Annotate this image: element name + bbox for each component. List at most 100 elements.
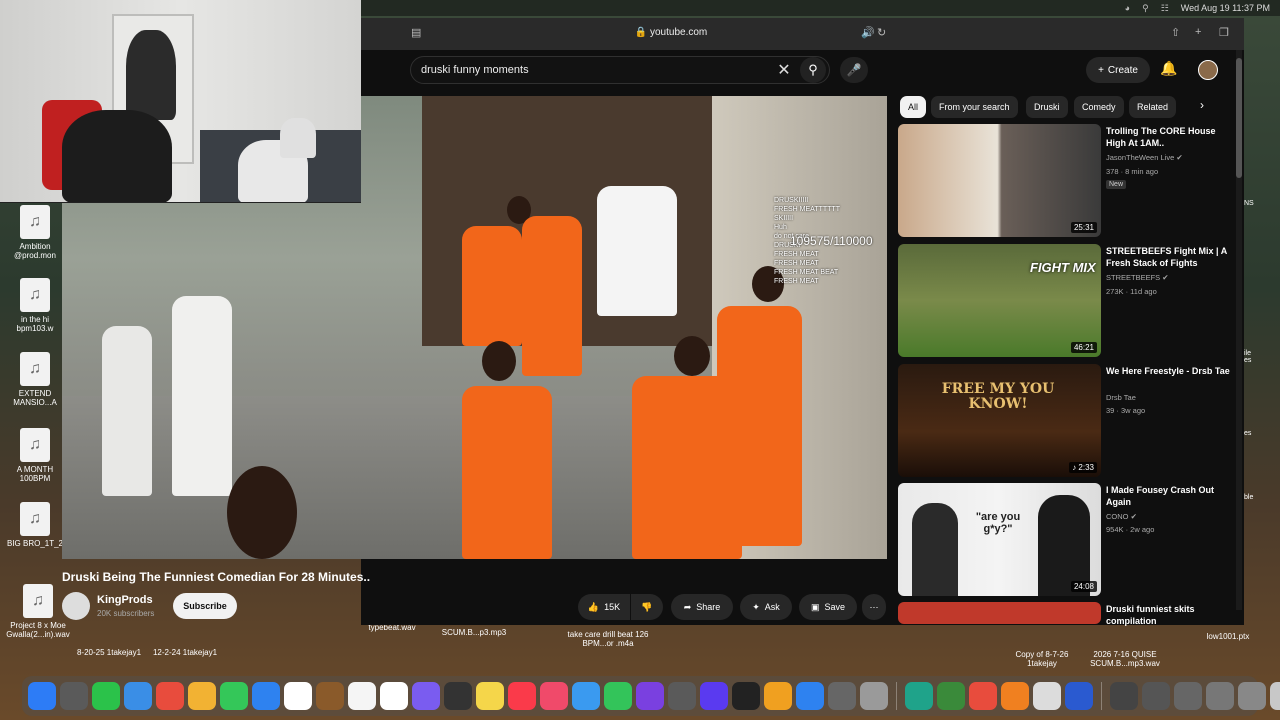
- search-input[interactable]: druski funny moments: [410, 56, 830, 84]
- desktop-file[interactable]: Copy of 8-7-26 1takejay: [1008, 650, 1076, 668]
- dock-app-icon[interactable]: [444, 682, 472, 710]
- channel-name[interactable]: KingProds: [97, 594, 153, 606]
- address-bar[interactable]: 🔒 youtube.com: [616, 27, 726, 38]
- search-button[interactable]: ⚲: [800, 57, 826, 83]
- more-actions-button[interactable]: ⋯: [862, 594, 886, 620]
- dock-app-icon[interactable]: [380, 682, 408, 710]
- dock-app-icon[interactable]: [348, 682, 376, 710]
- dock-app-icon[interactable]: [668, 682, 696, 710]
- dock-app-icon[interactable]: [604, 682, 632, 710]
- chevron-right-icon[interactable]: ›: [1200, 98, 1204, 112]
- chip-druski[interactable]: Druski: [1026, 96, 1068, 118]
- chip-from-your-search[interactable]: From your search: [931, 96, 1018, 118]
- dock-separator: [1101, 682, 1102, 710]
- rec-thumbnail[interactable]: [898, 602, 1101, 624]
- dock-app-icon[interactable]: [60, 682, 88, 710]
- dock-app-icon[interactable]: [1110, 682, 1138, 710]
- sidebar-icon[interactable]: ▤: [411, 26, 421, 39]
- dock-app-icon[interactable]: [1206, 682, 1234, 710]
- rec-title[interactable]: I Made Fousey Crash Out Again: [1106, 484, 1231, 508]
- create-button[interactable]: + Create: [1086, 57, 1150, 83]
- dock-app-icon[interactable]: [220, 682, 248, 710]
- channel-avatar[interactable]: [62, 592, 90, 620]
- desktop-file[interactable]: ♫ A MONTH 100BPM: [6, 428, 64, 483]
- scrollbar-thumb[interactable]: [1236, 58, 1242, 178]
- clear-search-icon[interactable]: ✕: [774, 60, 794, 80]
- voice-search-button[interactable]: 🎤: [840, 57, 868, 83]
- dock-app-icon[interactable]: [937, 682, 965, 710]
- dock-app-icon[interactable]: [476, 682, 504, 710]
- dock-app-icon[interactable]: [1001, 682, 1029, 710]
- wifi-icon[interactable]: ◕: [1125, 3, 1130, 13]
- dock-app-icon[interactable]: [412, 682, 440, 710]
- dock-app-icon[interactable]: [732, 682, 760, 710]
- page-scrollbar[interactable]: [1236, 50, 1242, 610]
- desktop-file[interactable]: SCUM.B...p3.mp3: [436, 628, 512, 637]
- dock-app-icon[interactable]: [905, 682, 933, 710]
- account-avatar[interactable]: [1198, 60, 1218, 80]
- dock-app-icon[interactable]: [1270, 682, 1280, 710]
- dock-app-icon[interactable]: [1033, 682, 1061, 710]
- save-button[interactable]: ▣ Save: [799, 594, 857, 620]
- dock-app-icon[interactable]: [156, 682, 184, 710]
- dock-app-icon[interactable]: [636, 682, 664, 710]
- desktop-file[interactable]: take care drill beat 126 BPM...or .m4a: [560, 630, 656, 648]
- desktop-file[interactable]: 2026 7-16 QUISE SCUM.B...mp3.wav: [1080, 650, 1170, 668]
- chip-comedy[interactable]: Comedy: [1074, 96, 1124, 118]
- menubar-clock[interactable]: Wed Aug 19 11:37 PM: [1181, 3, 1270, 13]
- reload-icon[interactable]: ↻: [877, 26, 886, 39]
- rec-title[interactable]: We Here Freestyle - Drsb Tae: [1106, 365, 1231, 377]
- dock-app-icon[interactable]: [1238, 682, 1266, 710]
- rec-title[interactable]: Trolling The CORE House High At 1AM..: [1106, 125, 1231, 149]
- desktop-file[interactable]: ♫ EXTEND MANSIO...A: [6, 352, 64, 407]
- dislike-button[interactable]: 👎: [631, 594, 663, 620]
- rec-thumbnail[interactable]: 25:31: [898, 124, 1101, 237]
- share-icon[interactable]: ⇧: [1171, 26, 1180, 39]
- desktop-file[interactable]: ♫ BIG BRO_1T_2: [6, 502, 64, 548]
- desktop-file[interactable]: ♫ in the hi bpm103.w: [6, 278, 64, 333]
- speaker-icon[interactable]: 🔊: [861, 26, 875, 39]
- dock-app-icon[interactable]: [508, 682, 536, 710]
- desktop-file[interactable]: low1001.ptx: [1196, 632, 1260, 641]
- dock-app-icon[interactable]: [540, 682, 568, 710]
- dock-app-icon[interactable]: [1065, 682, 1093, 710]
- dock-app-icon[interactable]: [572, 682, 600, 710]
- new-tab-icon[interactable]: +: [1195, 26, 1201, 38]
- chip-related[interactable]: Related: [1129, 96, 1177, 118]
- spotlight-icon[interactable]: ⚲: [1142, 3, 1149, 14]
- rec-thumbnail[interactable]: FREE MY YOU KNOW! ♪ 2:33: [898, 364, 1101, 477]
- control-center-icon[interactable]: ☷: [1161, 3, 1169, 14]
- tabs-overview-icon[interactable]: ❐: [1219, 26, 1229, 39]
- dock-app-icon[interactable]: [764, 682, 792, 710]
- desktop-file[interactable]: 12-2-24 1takejay1: [146, 648, 224, 657]
- dock-app-icon[interactable]: [124, 682, 152, 710]
- dock-app-icon[interactable]: [796, 682, 824, 710]
- share-button[interactable]: ➦ Share: [671, 594, 733, 620]
- rec-meta: 39 · 3w ago: [1106, 406, 1146, 415]
- desktop-file[interactable]: 8-20-25 1takejay1: [74, 648, 144, 657]
- dock-app-icon[interactable]: [828, 682, 856, 710]
- chip-all[interactable]: All: [900, 96, 927, 118]
- video-figure: [102, 326, 152, 496]
- dock-app-icon[interactable]: [1174, 682, 1202, 710]
- subscribe-button[interactable]: Subscribe: [173, 593, 237, 619]
- dock-app-icon[interactable]: [1142, 682, 1170, 710]
- dock-app-icon[interactable]: [284, 682, 312, 710]
- dock-app-icon[interactable]: [700, 682, 728, 710]
- rec-channel: STREETBEEFS ✔: [1106, 273, 1169, 282]
- dock-app-icon[interactable]: [316, 682, 344, 710]
- rec-title[interactable]: STREETBEEFS Fight Mix | A Fresh Stack of…: [1106, 245, 1231, 269]
- dock-app-icon[interactable]: [969, 682, 997, 710]
- rec-thumbnail[interactable]: FIGHT MIX 46:21: [898, 244, 1101, 357]
- like-button[interactable]: 👍 15K: [578, 594, 630, 620]
- rec-title[interactable]: Druski funniest skits compilation: [1106, 603, 1231, 627]
- rec-thumbnail[interactable]: "are you g*y?" 24:08: [898, 483, 1101, 596]
- dock-app-icon[interactable]: [28, 682, 56, 710]
- dock-app-icon[interactable]: [252, 682, 280, 710]
- dock-app-icon[interactable]: [188, 682, 216, 710]
- dock-app-icon[interactable]: [860, 682, 888, 710]
- desktop-file[interactable]: ♫ Ambition @prod.mon: [6, 205, 64, 260]
- notifications-bell-icon[interactable]: 🔔: [1160, 60, 1177, 77]
- ask-button[interactable]: ✦ Ask: [740, 594, 792, 620]
- dock-app-icon[interactable]: [92, 682, 120, 710]
